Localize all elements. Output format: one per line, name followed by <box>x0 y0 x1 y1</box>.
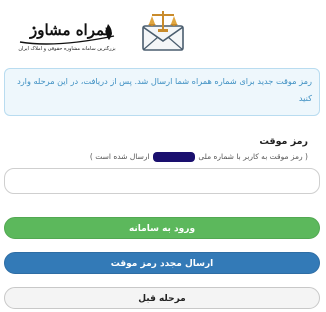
mail-scales-icon <box>142 11 184 51</box>
code-label: رمز موقت <box>259 136 308 147</box>
resend-code-button[interactable]: ارسال مجدد رمز موقت <box>4 252 320 274</box>
info-alert: رمز موقت جدید برای شماره همراه شما ارسال… <box>4 68 320 116</box>
hint-after: ارسال شده است ) <box>89 152 150 161</box>
code-input[interactable] <box>4 168 320 194</box>
logo-tagline: بزرگترین سامانه مشاوره حقوقی و املاک ایر… <box>18 46 116 52</box>
code-hint: ( رمز موقت به کاربر با شماره ملی ارسال ش… <box>90 152 308 162</box>
logo-text: همراه مشاور <box>30 21 113 39</box>
hint-before: ( رمز موقت به کاربر با شماره ملی <box>198 152 308 161</box>
site-logo[interactable]: همراه مشاور بزرگترین سامانه مشاوره حقوقی… <box>16 20 118 54</box>
masked-national-id <box>152 152 195 162</box>
previous-step-button[interactable]: مرحله قبل <box>4 287 320 309</box>
header: همراه مشاور بزرگترین سامانه مشاوره حقوقی… <box>0 0 326 62</box>
login-button[interactable]: ورود به سامانه <box>4 217 320 239</box>
